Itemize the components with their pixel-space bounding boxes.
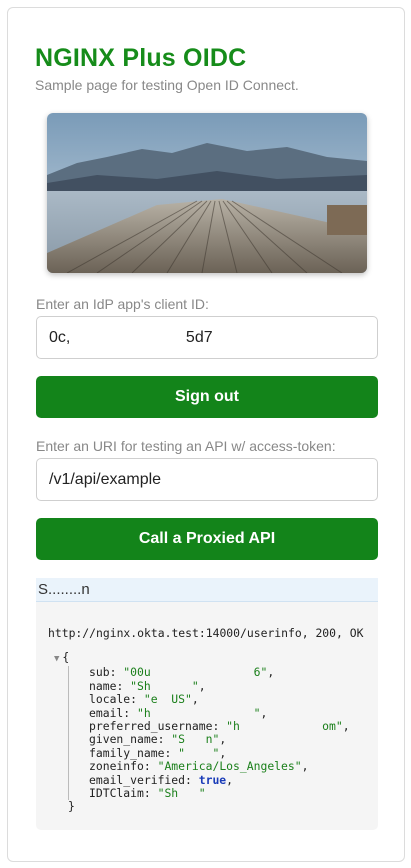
api-uri-input[interactable]	[36, 458, 378, 501]
json-value: "America/Los_Angeles"	[157, 759, 302, 774]
response-status-line: http://nginx.okta.test:14000/userinfo, 2…	[48, 626, 364, 640]
json-key: name	[89, 678, 117, 693]
json-field-row: given_name: "S n",	[89, 732, 227, 747]
user-tab[interactable]: S........n	[36, 578, 378, 602]
client-id-label: Enter an IdP app's client ID:	[36, 296, 209, 312]
json-value: "Sh "	[130, 678, 199, 693]
json-key: email	[89, 705, 124, 720]
json-key: locale	[89, 692, 131, 707]
collapse-toggle-icon[interactable]: ▼	[54, 654, 59, 664]
json-key: IDTClaim	[89, 786, 144, 801]
json-field-row: sub: "00u 6",	[89, 665, 275, 680]
call-proxied-api-button[interactable]: Call a Proxied API	[36, 518, 378, 560]
api-uri-label: Enter an URI for testing an API w/ acces…	[36, 438, 336, 454]
json-value: "h om"	[226, 719, 343, 734]
json-field-row: preferred_username: "h om",	[89, 719, 350, 734]
json-viewer: ▼{ sub: "00u 6", name: "Sh ", locale: "e U…	[54, 650, 350, 814]
sign-out-button[interactable]: Sign out	[36, 376, 378, 418]
json-key: preferred_username	[89, 719, 213, 734]
client-id-input[interactable]	[36, 316, 378, 359]
json-field-row: IDTClaim: "Sh "	[89, 786, 206, 801]
json-key: email_verified	[89, 772, 186, 787]
landscape-photo	[47, 113, 367, 273]
page-title: NGINX Plus OIDC	[35, 44, 247, 72]
json-key: zoneinfo	[89, 759, 144, 774]
json-field-row: zoneinfo: "America/Los_Angeles",	[89, 759, 309, 774]
page-subtitle: Sample page for testing Open ID Connect.	[35, 77, 299, 93]
response-panel: http://nginx.okta.test:14000/userinfo, 2…	[36, 602, 378, 830]
json-key: family_name	[89, 745, 165, 760]
json-open-brace: {	[62, 650, 70, 664]
json-key: given_name	[89, 732, 158, 747]
json-value: "h "	[137, 705, 261, 720]
json-value: true	[198, 772, 227, 787]
json-value: " "	[178, 745, 220, 760]
json-field-row: locale: "e US",	[89, 692, 199, 707]
json-value: "e US"	[143, 692, 192, 707]
json-value: "Sh "	[157, 786, 206, 801]
json-fields: sub: "00u 6", name: "Sh ", locale: "e US",…	[68, 665, 350, 801]
json-field-row: email_verified: true,	[89, 772, 234, 787]
json-value: "00u 6"	[123, 665, 268, 680]
json-field-row: email: "h ",	[89, 705, 268, 720]
json-close-brace: }	[68, 799, 75, 814]
json-field-row: name: "Sh ",	[89, 678, 206, 693]
main-card: NGINX Plus OIDC Sample page for testing …	[7, 7, 405, 862]
json-field-row: family_name: " ",	[89, 745, 227, 760]
json-key: sub	[89, 665, 110, 680]
json-value: "S n"	[171, 732, 220, 747]
